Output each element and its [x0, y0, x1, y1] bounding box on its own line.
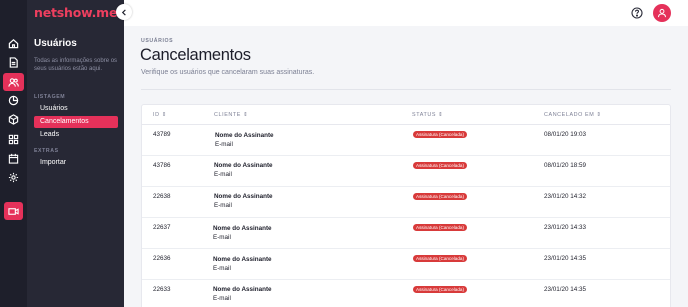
row-client-email: E-mail: [215, 141, 233, 148]
sidebar-item-importar[interactable]: Importar: [34, 157, 118, 169]
row-client-email: E-mail: [213, 295, 231, 302]
sidebar-title: Usuários: [34, 38, 77, 49]
row-cancel-date: 08/01/20 18:59: [544, 162, 587, 169]
sidebar-item-leads[interactable]: Leads: [34, 129, 118, 141]
brand-logo[interactable]: netshow.me: [34, 5, 117, 20]
page-subtitle: Verifique os usuários que cancelaram sua…: [141, 69, 315, 76]
sidebar-item-usuarios[interactable]: Usuários: [34, 103, 118, 115]
breadcrumb[interactable]: USUÁRIOS: [141, 38, 173, 44]
status-badge: Assinatura (Cancelada): [413, 131, 468, 138]
row-id: 22636: [153, 255, 171, 262]
sidebar-section-listagem: LISTAGEM: [34, 94, 66, 100]
column-header-id[interactable]: ID ⇕: [153, 112, 167, 118]
gear-icon[interactable]: [3, 168, 24, 186]
collapse-sidebar-button[interactable]: [116, 4, 132, 20]
row-cancel-date: 08/01/20 19:03: [544, 131, 587, 138]
status-badge: Assinatura (Cancelada): [413, 162, 468, 169]
sidebar-description: Todas as informações sobre os seus usuár…: [34, 58, 118, 72]
sidebar-item-cancelamentos[interactable]: Cancelamentos: [34, 116, 118, 128]
grid-icon[interactable]: [3, 130, 24, 148]
user-icon: [658, 8, 666, 18]
status-badge: Assinatura (Cancelada): [413, 193, 468, 200]
avatar[interactable]: [653, 4, 671, 22]
cube-icon[interactable]: [3, 110, 24, 128]
table-row[interactable]: 22636 Nome do Assinante E-mail Assinatur…: [142, 249, 670, 280]
status-badge: Assinatura (Cancelada): [413, 255, 468, 262]
chevron-left-icon: [121, 8, 126, 16]
column-header-status[interactable]: STATUS ⇕: [412, 112, 443, 118]
row-client-name: Nome do Assinante: [213, 256, 272, 263]
table-row[interactable]: 43786 Nome do Assinante E-mail Assinatur…: [142, 156, 670, 187]
row-client-email: E-mail: [213, 234, 231, 241]
table-header: ID ⇕ CLIENTE ⇕ STATUS ⇕ CANCELADO EM ⇕: [142, 105, 670, 125]
row-client-email: E-mail: [214, 171, 232, 178]
status-badge: Assinatura (Cancelada): [413, 286, 468, 293]
row-client-email: E-mail: [214, 202, 232, 209]
users-icon[interactable]: [3, 73, 24, 91]
row-id: 22637: [153, 224, 171, 231]
row-cancel-date: 23/01/20 14:33: [544, 224, 587, 231]
live-camera-icon[interactable]: [4, 202, 23, 220]
row-id: 43789: [153, 131, 171, 138]
row-id: 22633: [153, 286, 171, 293]
divider: [141, 89, 671, 90]
table-row[interactable]: 43789 Nome do Assinante E-mail Assinatur…: [142, 125, 670, 156]
table-row[interactable]: 22633 Nome do Assinante E-mail Assinatur…: [142, 280, 670, 307]
row-cancel-date: 23/01/20 14:35: [544, 286, 587, 293]
top-bar: [124, 0, 688, 26]
row-id: 43786: [153, 162, 171, 169]
row-id: 22638: [153, 193, 171, 200]
row-cancel-date: 23/01/20 14:32: [544, 193, 587, 200]
column-header-cancelado-em[interactable]: CANCELADO EM ⇕: [544, 112, 602, 118]
row-client-name: Nome do Assinante: [213, 225, 272, 232]
row-cancel-date: 23/01/20 14:35: [544, 255, 587, 262]
column-header-cliente[interactable]: CLIENTE ⇕: [214, 112, 248, 118]
pie-chart-icon[interactable]: [3, 91, 24, 109]
row-client-name: Nome do Assinante: [215, 132, 274, 139]
table-row[interactable]: 22638 Nome do Assinante E-mail Assinatur…: [142, 187, 670, 218]
document-icon[interactable]: [3, 53, 24, 71]
calendar-icon[interactable]: [3, 149, 24, 167]
icon-rail: [0, 0, 27, 307]
home-icon[interactable]: [3, 34, 24, 52]
page-title: Cancelamentos: [140, 46, 251, 64]
row-client-name: Nome do Assinante: [214, 162, 273, 169]
cancellations-table: ID ⇕ CLIENTE ⇕ STATUS ⇕ CANCELADO EM ⇕ 4…: [141, 104, 671, 307]
status-badge: Assinatura (Cancelada): [413, 224, 468, 231]
help-icon[interactable]: [631, 7, 643, 19]
row-client-email: E-mail: [213, 265, 231, 272]
sidebar-section-extras: EXTRAS: [34, 148, 59, 154]
table-row[interactable]: 22637 Nome do Assinante E-mail Assinatur…: [142, 218, 670, 249]
row-client-name: Nome do Assinante: [213, 286, 272, 293]
row-client-name: Nome do Assinante: [214, 193, 273, 200]
